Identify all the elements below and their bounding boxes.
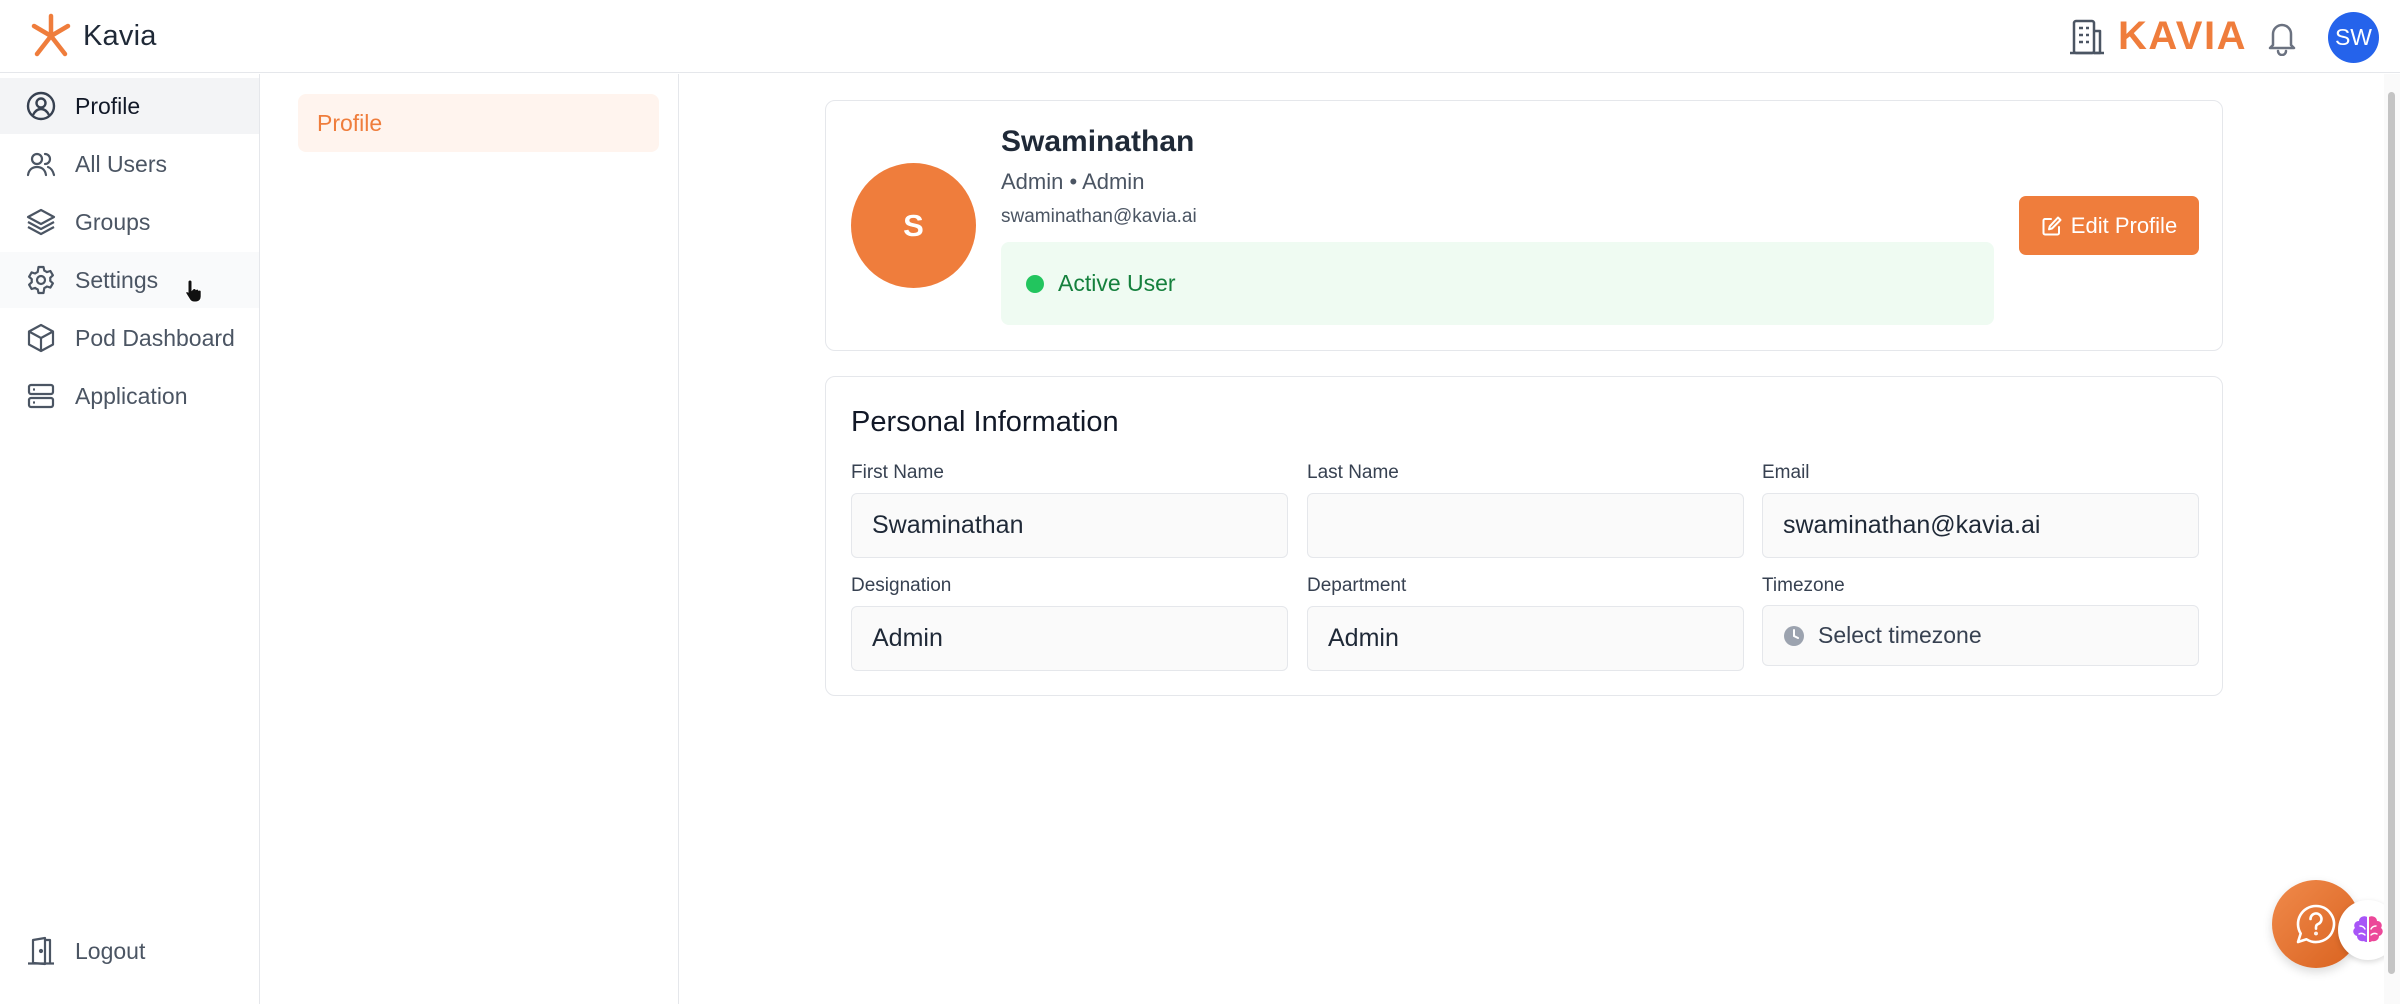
- cube-icon: [27, 323, 55, 353]
- sidebar-item-groups[interactable]: Groups: [0, 194, 259, 250]
- building-icon: [2070, 19, 2104, 54]
- sidebar-item-label: Groups: [75, 208, 151, 235]
- settings-subnav: Profile: [260, 74, 679, 1004]
- status-dot-icon: [1026, 274, 1044, 293]
- last-name-label: Last Name: [1307, 462, 1399, 483]
- department-field[interactable]: [1307, 606, 1744, 671]
- brain-icon: [2353, 916, 2383, 943]
- tab-profile[interactable]: Profile: [298, 94, 659, 152]
- clock-icon: [1784, 625, 1804, 646]
- department-label: Department: [1307, 575, 1407, 596]
- scrollbar[interactable]: [2384, 74, 2400, 1004]
- bell-icon[interactable]: [2264, 18, 2300, 56]
- sidebar: Profile All Users Groups Settings Pod Da…: [0, 74, 260, 1004]
- logout-label: Logout: [75, 937, 146, 964]
- kavia-asterisk-icon: [31, 13, 71, 57]
- mouse-pointer-icon: [185, 279, 202, 303]
- last-name-field[interactable]: [1307, 493, 1744, 558]
- sidebar-item-label: Pod Dashboard: [75, 324, 235, 351]
- first-name-label: First Name: [851, 462, 944, 483]
- user-circle-icon: [26, 91, 56, 121]
- designation-field[interactable]: [851, 606, 1288, 671]
- edit-profile-label: Edit Profile: [2070, 212, 2178, 238]
- help-chat-icon: [2296, 904, 2336, 944]
- status-text: Active User: [1058, 270, 1176, 296]
- sidebar-item-profile[interactable]: Profile: [0, 78, 259, 134]
- sidebar-item-application[interactable]: Application: [0, 368, 259, 424]
- profile-email: swaminathan@kavia.ai: [1001, 206, 1197, 227]
- personal-information-card: Personal Information First Name Last Nam…: [825, 376, 2223, 696]
- edit-icon: [2042, 216, 2062, 235]
- profile-role: Admin • Admin: [1001, 169, 1145, 194]
- logout-button[interactable]: Logout: [0, 923, 259, 979]
- profile-name: Swaminathan: [1001, 125, 1195, 158]
- scrollbar-thumb[interactable]: [2388, 92, 2395, 974]
- top-bar: Kavia KAVIA SW: [0, 0, 2400, 73]
- server-icon: [27, 383, 55, 409]
- sidebar-item-label: Settings: [75, 266, 159, 293]
- gear-icon: [28, 265, 54, 295]
- brand-logo[interactable]: Kavia: [29, 13, 157, 59]
- organization-name: KAVIA: [2118, 14, 2247, 58]
- brand-name: Kavia: [83, 19, 157, 52]
- timezone-label: Timezone: [1762, 575, 1845, 596]
- email-label: Email: [1762, 462, 1810, 483]
- first-name-field[interactable]: [851, 493, 1288, 558]
- edit-profile-button[interactable]: Edit Profile: [2019, 196, 2199, 255]
- profile-summary-card: S Swaminathan Admin • Admin swaminathan@…: [825, 100, 2223, 351]
- sidebar-item-label: All Users: [75, 150, 168, 177]
- section-title: Personal Information: [851, 406, 1119, 438]
- users-icon: [26, 152, 56, 177]
- organization-badge: KAVIA: [2068, 14, 2247, 59]
- user-avatar[interactable]: SW: [2328, 12, 2379, 63]
- profile-avatar: S: [851, 163, 976, 288]
- sidebar-item-settings[interactable]: Settings: [0, 252, 259, 308]
- sidebar-item-label: Profile: [75, 92, 141, 119]
- timezone-placeholder: Select timezone: [1818, 622, 1982, 648]
- status-badge: Active User: [1001, 242, 1994, 325]
- sidebar-item-all-users[interactable]: All Users: [0, 136, 259, 192]
- timezone-select[interactable]: Select timezone: [1762, 605, 2199, 666]
- logout-door-icon: [28, 936, 54, 966]
- designation-label: Designation: [851, 575, 952, 596]
- email-field[interactable]: [1762, 493, 2199, 558]
- sidebar-item-pod-dashboard[interactable]: Pod Dashboard: [0, 310, 259, 366]
- sidebar-item-label: Application: [75, 382, 188, 409]
- layers-icon: [26, 208, 56, 236]
